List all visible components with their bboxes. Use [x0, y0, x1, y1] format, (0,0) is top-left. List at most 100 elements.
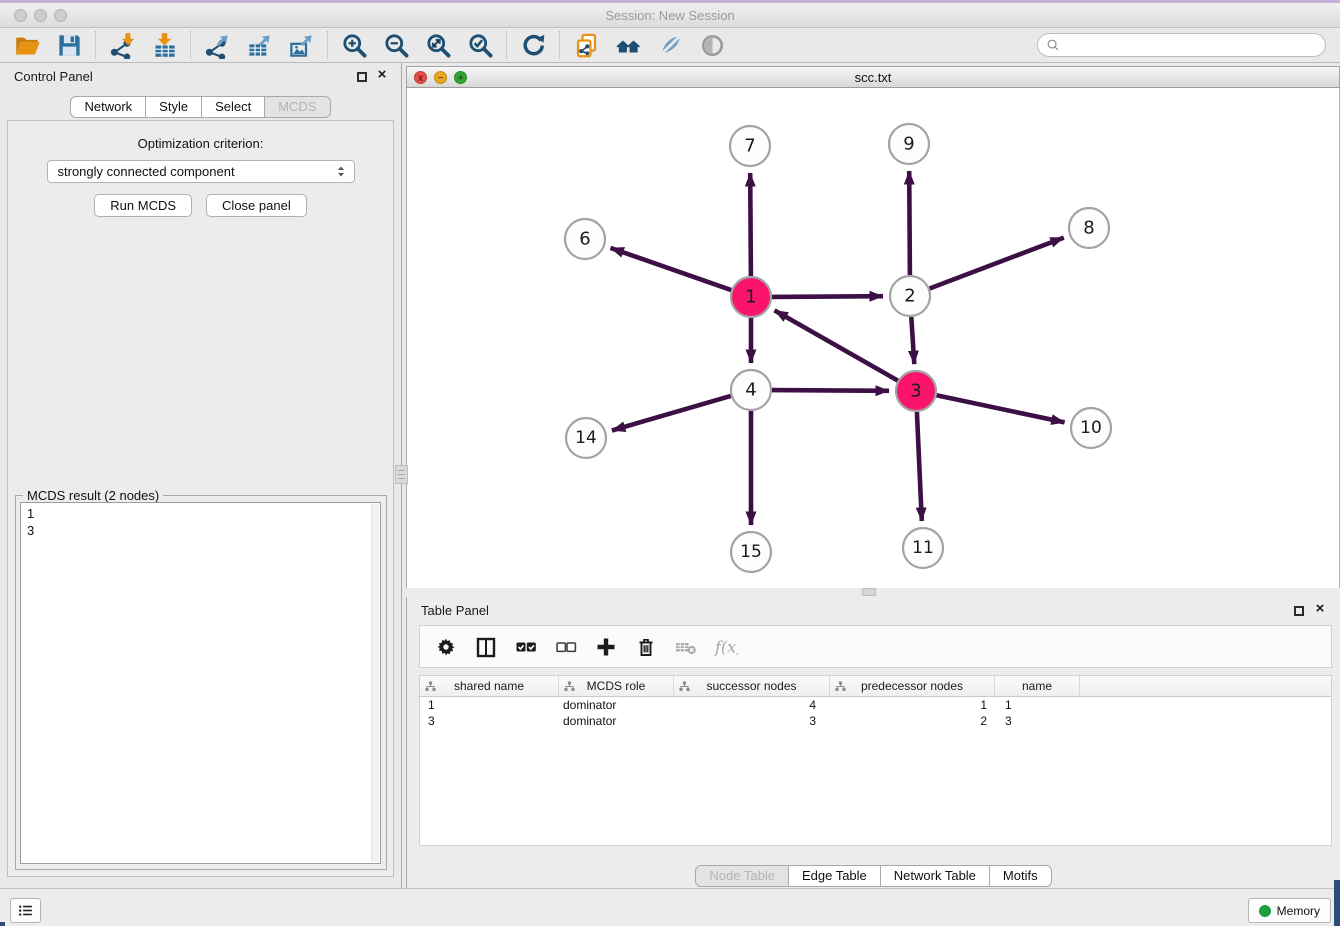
table-cell[interactable] [1080, 697, 1331, 713]
contrast-eye-button[interactable] [691, 29, 733, 61]
edge-3-10[interactable] [937, 395, 1065, 422]
table-cell[interactable]: 3 [674, 713, 830, 729]
memory-button[interactable]: Memory [1248, 898, 1331, 923]
graph-node-6[interactable]: 6 [565, 219, 605, 259]
table-row[interactable]: 3dominator323 [420, 713, 1331, 729]
show-columns-button[interactable] [472, 633, 499, 660]
export-table-button[interactable] [238, 29, 280, 61]
clone-network-button[interactable] [565, 29, 607, 61]
search-input[interactable] [1062, 35, 1325, 55]
import-network-button[interactable] [101, 29, 143, 61]
graph-node-11[interactable]: 11 [903, 528, 943, 568]
zoom-out-button[interactable] [375, 29, 417, 61]
tab-style[interactable]: Style [145, 96, 202, 118]
save-session-button[interactable] [48, 29, 90, 61]
deselect-all-checkboxes-icon [554, 635, 578, 659]
tab-motifs[interactable]: Motifs [989, 865, 1052, 887]
result-scrollbar[interactable] [371, 504, 379, 862]
edge-4-3[interactable] [772, 390, 889, 391]
network-canvas[interactable]: 7 9 6 8 1 2 4 3 14 10 15 11 [406, 88, 1340, 588]
task-history-button[interactable] [10, 898, 41, 923]
table-cell[interactable]: dominator [559, 713, 674, 729]
table-cell[interactable]: 3 [995, 713, 1080, 729]
hierarchy-sort-icon[interactable] [679, 681, 690, 692]
column-label: shared name [454, 679, 524, 693]
graph-node-2[interactable]: 2 [890, 276, 930, 316]
export-network-button[interactable] [196, 29, 238, 61]
hierarchy-sort-icon[interactable] [425, 681, 436, 692]
table-row[interactable]: 1dominator411 [420, 697, 1331, 713]
network-window-titlebar[interactable]: x − + scc.txt [406, 66, 1340, 88]
table-cell[interactable]: 3 [420, 713, 559, 729]
table-cell[interactable] [1080, 713, 1331, 729]
hide-graphics-details-button[interactable] [649, 29, 691, 61]
close-panel-button[interactable]: Close panel [206, 194, 307, 217]
mcds-result-title: MCDS result (2 nodes) [23, 488, 163, 503]
export-image-button[interactable] [280, 29, 322, 61]
hierarchy-sort-icon[interactable] [835, 681, 846, 692]
horizontal-splitter[interactable] [406, 588, 1340, 597]
close-panel-icon[interactable]: × [375, 67, 389, 83]
network-graph[interactable]: 7 9 6 8 1 2 4 3 14 10 15 11 [407, 88, 1339, 588]
graph-node-9[interactable]: 9 [889, 124, 929, 164]
table-cell[interactable]: 1 [995, 697, 1080, 713]
float-panel-icon[interactable] [357, 71, 369, 83]
tab-edge-table[interactable]: Edge Table [788, 865, 881, 887]
table-cell[interactable]: dominator [559, 697, 674, 713]
add-row-plus-button[interactable] [592, 633, 619, 660]
graph-node-14[interactable]: 14 [566, 418, 606, 458]
edge-1-7[interactable] [750, 173, 751, 276]
horizontal-splitter-grip[interactable] [862, 588, 876, 596]
graph-node-10[interactable]: 10 [1071, 408, 1111, 448]
graph-node-15[interactable]: 15 [731, 532, 771, 572]
edge-1-2[interactable] [772, 296, 883, 297]
zoom-selected-button[interactable] [459, 29, 501, 61]
graph-node-1[interactable]: 1 [731, 277, 771, 317]
table-cell[interactable]: 1 [420, 697, 559, 713]
settings-gear-button[interactable] [432, 633, 459, 660]
delete-row-trash-button[interactable] [632, 633, 659, 660]
open-folder-button[interactable] [6, 29, 48, 61]
node-table[interactable]: shared name MCDS role successor nodes prede… [419, 675, 1332, 846]
edge-3-1[interactable] [775, 310, 898, 380]
column-header-shared-name[interactable]: shared name [420, 676, 559, 696]
tab-network[interactable]: Network [70, 96, 146, 118]
table-cell[interactable]: 1 [830, 697, 995, 713]
edge-3-11[interactable] [917, 412, 922, 521]
edge-2-9[interactable] [909, 171, 910, 275]
table-cell[interactable]: 4 [674, 697, 830, 713]
edge-2-8[interactable] [930, 238, 1064, 289]
edge-2-3[interactable] [911, 317, 914, 364]
graph-node-8[interactable]: 8 [1069, 208, 1109, 248]
float-table-panel-icon[interactable] [1294, 605, 1306, 617]
graph-node-4[interactable]: 4 [731, 370, 771, 410]
vertical-splitter-grip[interactable] [395, 465, 408, 484]
column-header-successor-nodes[interactable]: successor nodes [674, 676, 830, 696]
close-table-panel-icon[interactable]: × [1313, 601, 1327, 617]
mcds-result-text[interactable]: 1 3 [20, 502, 381, 864]
refresh-view-button[interactable] [512, 29, 554, 61]
zoom-in-button[interactable] [333, 29, 375, 61]
zoom-fit-button[interactable] [417, 29, 459, 61]
tab-select[interactable]: Select [201, 96, 265, 118]
graph-node-3[interactable]: 3 [896, 371, 936, 411]
import-table-button[interactable] [143, 29, 185, 61]
deselect-all-checkboxes-button[interactable] [552, 633, 579, 660]
tab-mcds[interactable]: MCDS [264, 96, 330, 118]
run-mcds-button[interactable]: Run MCDS [94, 194, 192, 217]
edge-4-14[interactable] [612, 396, 731, 431]
select-all-checkboxes-button[interactable] [512, 633, 539, 660]
tab-network-table[interactable]: Network Table [880, 865, 990, 887]
column-label: successor nodes [706, 679, 796, 693]
homes-button[interactable] [607, 29, 649, 61]
graph-node-7[interactable]: 7 [730, 126, 770, 166]
column-header-predecessor-nodes[interactable]: predecessor nodes [830, 676, 995, 696]
criterion-select[interactable]: strongly connected component [47, 160, 355, 183]
search-field[interactable] [1037, 33, 1326, 57]
column-header-mcds-role[interactable]: MCDS role [559, 676, 674, 696]
tab-node-table[interactable]: Node Table [695, 865, 789, 887]
edge-1-6[interactable] [611, 248, 732, 290]
column-header-name[interactable]: name [995, 676, 1080, 696]
hierarchy-sort-icon[interactable] [564, 681, 575, 692]
table-cell[interactable]: 2 [830, 713, 995, 729]
